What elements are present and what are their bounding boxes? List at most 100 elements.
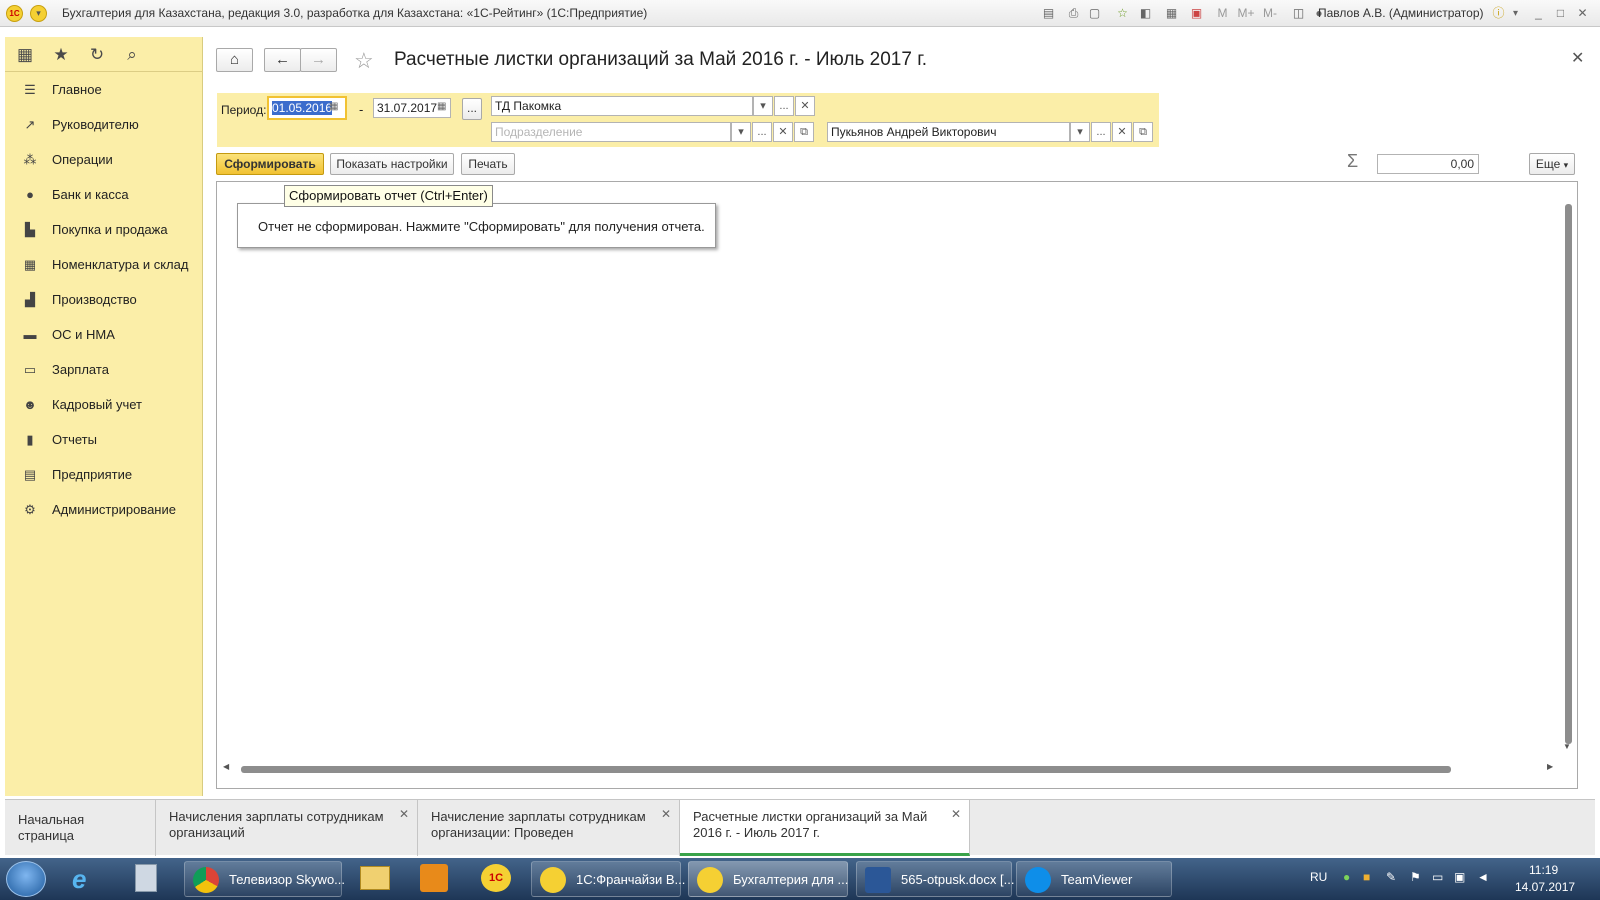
1c-icon[interactable]: 1С <box>481 864 511 892</box>
user-name[interactable]: Павлов А.В. (Администратор) <box>1318 6 1484 20</box>
ie-icon[interactable]: e <box>72 864 86 895</box>
sidebar-item-sales[interactable]: ▙ Покупка и продажа <box>5 213 203 247</box>
vertical-scrollbar[interactable] <box>1565 204 1572 744</box>
sidebar-item-warehouse[interactable]: ▦ Номенклатура и склад <box>5 248 203 282</box>
clock-date[interactable]: 14.07.2017 <box>1515 880 1575 894</box>
language-indicator[interactable]: RU <box>1310 870 1327 884</box>
scroll-down-icon[interactable]: ▼ <box>1563 742 1571 751</box>
department-select-button[interactable]: ... <box>752 122 772 142</box>
sum-field[interactable]: 0,00 <box>1377 154 1479 174</box>
history-icon[interactable]: ◧ <box>1137 5 1154 22</box>
memory-mminus-button[interactable]: M- <box>1260 5 1280 22</box>
save-icon[interactable]: ▤ <box>1040 5 1057 22</box>
star-icon[interactable]: ★ <box>51 45 71 65</box>
sidebar-item-bank[interactable]: ● Банк и касса <box>5 178 203 212</box>
close-icon[interactable]: ✕ <box>1574 5 1591 22</box>
employee-field[interactable]: Пукьянов Андрей Викторович <box>827 122 1070 142</box>
employee-select-button[interactable]: ... <box>1091 122 1111 142</box>
taskbar-item-1c-accounting[interactable]: Бухгалтерия для ... <box>688 861 848 897</box>
tray-network-icon[interactable]: ● <box>1343 870 1350 884</box>
chevron-down-icon[interactable]: ▾ <box>731 122 751 142</box>
tray-flag-icon[interactable]: ⚑ <box>1410 870 1421 884</box>
horizontal-scrollbar[interactable] <box>241 766 1451 773</box>
print-button[interactable]: Печать <box>461 153 515 175</box>
generate-button[interactable]: Сформировать <box>216 153 324 175</box>
maximize-icon[interactable]: □ <box>1552 5 1569 22</box>
calculator-icon[interactable] <box>135 864 157 892</box>
calendar-icon[interactable]: ▦ <box>437 101 446 112</box>
start-button[interactable] <box>6 861 46 897</box>
favorite-star-icon[interactable]: ☆ <box>354 48 374 74</box>
tab-close-icon[interactable]: ✕ <box>951 806 961 822</box>
chevron-down-icon[interactable]: ▾ <box>753 96 773 116</box>
sidebar-item-assets[interactable]: ▬ ОС и НМА <box>5 318 203 352</box>
scroll-left-icon[interactable]: ◀ <box>223 762 229 771</box>
department-field[interactable]: Подразделение <box>491 122 731 142</box>
tray-volume-icon[interactable]: ◄ <box>1477 870 1489 884</box>
favorites-icon[interactable]: ☆ <box>1114 5 1131 22</box>
taskbar-item-1c-franchise[interactable]: 1С:Франчайзи В... <box>531 861 685 897</box>
calculator-icon[interactable]: ▦ <box>1163 5 1180 22</box>
sum-value: 0,00 <box>1450 157 1474 171</box>
sidebar-item-reports[interactable]: ▮ Отчеты <box>5 423 203 457</box>
sidebar-item-salary[interactable]: ▭ Зарплата <box>5 353 203 387</box>
sidebar-item-admin[interactable]: ⚙ Администрирование <box>5 493 203 527</box>
tray-display-icon[interactable]: ▣ <box>1454 870 1465 884</box>
home-button[interactable]: ⌂ <box>216 48 253 72</box>
sidebar-item-production[interactable]: ▟ Производство <box>5 283 203 317</box>
more-button[interactable]: Еще ▾ <box>1529 153 1575 175</box>
chevron-down-icon[interactable]: ▾ <box>1507 5 1524 22</box>
sidebar-item-hr[interactable]: ☻ Кадровый учет <box>5 388 203 422</box>
tab-salary-accruals[interactable]: Начисления зарплаты сотрудникам организа… <box>156 800 418 856</box>
generate-tooltip: Сформировать отчет (Ctrl+Enter) <box>284 185 493 207</box>
scroll-right-icon[interactable]: ▶ <box>1547 762 1553 771</box>
tab-salary-accrual-doc[interactable]: Начисление зарплаты сотрудникам организа… <box>418 800 680 856</box>
memory-m-button[interactable]: M <box>1214 5 1231 22</box>
panels-icon[interactable]: ◫ <box>1290 5 1307 22</box>
department-open-icon[interactable]: ⧉ <box>794 122 814 142</box>
tray-tools-icon[interactable]: ✎ <box>1386 870 1396 884</box>
search-icon[interactable]: ⌕ <box>122 45 142 65</box>
memory-mplus-button[interactable]: M+ <box>1236 5 1256 22</box>
taskbar-item-word[interactable]: 565-otpusk.docx [... <box>856 861 1014 897</box>
explorer-icon[interactable] <box>360 866 390 890</box>
calendar-icon[interactable]: ▦ <box>329 101 338 112</box>
minimize-icon[interactable]: _ <box>1530 5 1547 22</box>
sidebar-item-manager[interactable]: ↗ Руководителю <box>5 108 203 142</box>
forward-button[interactable]: → <box>300 48 337 72</box>
apps-grid-icon[interactable]: ▦ <box>15 45 35 65</box>
employee-open-icon[interactable]: ⧉ <box>1133 122 1153 142</box>
show-settings-button[interactable]: Показать настройки <box>330 153 454 175</box>
tab-start-page[interactable]: Начальная страница <box>5 800 156 856</box>
info-icon[interactable]: ⓘ <box>1490 5 1507 22</box>
menu-dropdown-icon[interactable]: ▾ <box>30 5 47 22</box>
history-icon[interactable]: ↻ <box>87 45 107 65</box>
outlook-icon[interactable] <box>420 864 448 892</box>
people-icon: ☻ <box>23 397 37 412</box>
sidebar-item-main[interactable]: ☰ Главное <box>5 73 203 107</box>
organization-clear-icon[interactable]: ✕ <box>795 96 815 116</box>
sidebar-item-enterprise[interactable]: ▤ Предприятие <box>5 458 203 492</box>
print-icon[interactable]: ⎙ <box>1065 5 1082 22</box>
tab-close-icon[interactable]: ✕ <box>661 806 671 822</box>
back-button[interactable]: ← <box>264 48 301 72</box>
employee-clear-icon[interactable]: ✕ <box>1112 122 1132 142</box>
taskbar-item-teamviewer[interactable]: TeamViewer <box>1016 861 1172 897</box>
tray-outlook-icon[interactable]: ■ <box>1363 870 1370 884</box>
clock-time[interactable]: 11:19 <box>1529 863 1558 877</box>
tab-close-icon[interactable]: ✕ <box>399 806 409 822</box>
tab-payslips[interactable]: Расчетные листки организаций за Май 2016… <box>680 800 970 856</box>
sidebar-item-operations[interactable]: ⁂ Операции <box>5 143 203 177</box>
organization-field[interactable]: ТД Пакомка <box>491 96 753 116</box>
calendar-icon[interactable]: ▣ <box>1188 5 1205 22</box>
period-select-button[interactable]: ... <box>462 98 482 120</box>
preview-icon[interactable]: ▢ <box>1086 5 1103 22</box>
taskbar-item-chrome[interactable]: Телевизор Skywo... <box>184 861 345 897</box>
tray-monitor-icon[interactable]: ▭ <box>1432 870 1443 884</box>
enterprise-icon: ▤ <box>23 467 37 482</box>
department-clear-icon[interactable]: ✕ <box>773 122 793 142</box>
chevron-down-icon[interactable]: ▾ <box>1070 122 1090 142</box>
1c-logo-icon[interactable]: 1С <box>6 5 23 22</box>
organization-select-button[interactable]: ... <box>774 96 794 116</box>
form-close-icon[interactable]: ✕ <box>1571 48 1584 68</box>
